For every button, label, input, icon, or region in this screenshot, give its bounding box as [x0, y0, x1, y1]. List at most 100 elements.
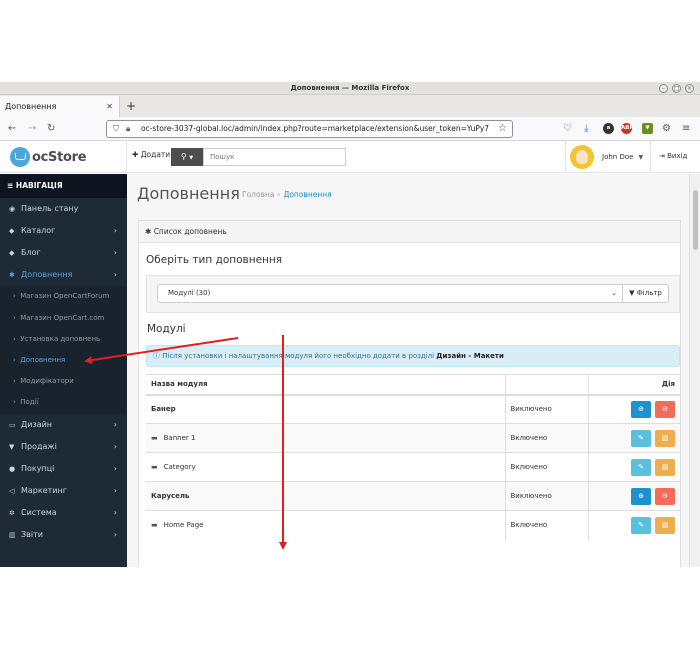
chevron-right-icon: › — [113, 463, 117, 473]
settings-icon[interactable]: ⚙ — [662, 117, 671, 141]
sidebar-item-catalog[interactable]: ◆ Каталог › — [0, 220, 127, 242]
module-name: Карусель — [146, 481, 505, 511]
module-status: Включено — [504, 510, 588, 540]
menu-icon[interactable]: ≡ — [682, 117, 690, 141]
close-icon[interactable]: × — [685, 84, 694, 93]
pocket-icon[interactable]: ♡ — [563, 117, 572, 141]
filter-icon: ▼ — [629, 289, 635, 297]
trash-icon: ▥ — [661, 433, 669, 442]
install-button[interactable]: ⊕ — [631, 400, 651, 418]
sidebar-item-label: Доповнення — [21, 270, 73, 280]
sidebar: ≡ НАВІГАЦІЯ ◉ Панель стану ◆ Каталог › ◆ Бл… — [0, 174, 127, 567]
bookmark-star-icon[interactable]: ☆ — [495, 121, 507, 137]
download-icon[interactable]: ⤓ — [584, 117, 588, 141]
sidebar-item-extensions[interactable]: ✱ Доповнення › — [0, 264, 127, 286]
sidebar-item-sales[interactable]: ▼ Продажі › — [0, 436, 127, 458]
chevron-right-icon: › — [113, 270, 117, 280]
delete-button[interactable]: ▥ — [655, 458, 675, 476]
row-actions: ✎ ▥ — [587, 423, 680, 453]
delete-button[interactable]: ▥ — [655, 429, 675, 447]
sidebar-subitem-modifications[interactable]: › Модифікатори — [0, 371, 127, 392]
search-input[interactable] — [203, 148, 346, 166]
sidebar-item-system[interactable]: ✲ Система › — [0, 502, 127, 524]
info-icon: ⓘ — [153, 352, 160, 360]
chevron-right-icon: › — [113, 441, 117, 451]
edit-button[interactable]: ✎ — [631, 458, 651, 476]
adblock-icon[interactable]: ABP — [621, 123, 633, 134]
sidebar-item-label: Маркетинг — [21, 485, 67, 495]
sidebar-subitem-extensions[interactable]: › Доповнення — [0, 350, 127, 371]
uninstall-button[interactable]: ⊖ — [655, 400, 675, 418]
table-header-row: Назва модуля Дія — [146, 374, 680, 396]
sidebar-item-design[interactable]: ▭ Дизайн › — [0, 414, 127, 436]
sidebar-item-blog[interactable]: ◆ Блог › — [0, 242, 127, 264]
sidebar-subitem-label: Доповнення — [20, 355, 66, 364]
sidebar-item-label: Дизайн — [21, 419, 53, 429]
folder-icon: ▬ — [151, 434, 158, 442]
minus-circle-icon: ⊖ — [662, 404, 668, 413]
tab-close-icon[interactable]: ✕ — [106, 96, 113, 117]
user-menu[interactable]: John Doe ▼ — [570, 145, 643, 169]
logo[interactable]: ocStore — [10, 147, 87, 167]
header-divider — [565, 141, 566, 173]
extensions-panel: ✱ Список доповнень Оберіть тип доповненн… — [138, 220, 681, 567]
folder-icon: ▬ — [151, 463, 158, 471]
sidebar-subitem-opencartforum[interactable]: › Магазин OpenCartForum — [0, 286, 127, 307]
logout-button[interactable]: ⇥ Вихід — [659, 152, 687, 160]
page-scrollbar[interactable] — [689, 174, 700, 567]
maximize-icon[interactable]: □ — [672, 84, 681, 93]
sidebar-item-dashboard[interactable]: ◉ Панель стану — [0, 198, 127, 220]
row-actions: ✎ ▥ — [587, 510, 680, 540]
user-name: John Doe — [602, 153, 634, 161]
nav-header: ≡ НАВІГАЦІЯ — [0, 174, 127, 198]
tag-icon: ◆ — [9, 227, 15, 236]
logo-mark-icon — [10, 147, 30, 167]
sidebar-subitem-label: Події — [20, 398, 39, 407]
sidebar-item-reports[interactable]: ▥ Звіти › — [0, 524, 127, 546]
desktop-icon: ▭ — [9, 420, 16, 429]
shield-icon[interactable]: ⛉ — [113, 121, 119, 137]
extension-type-select[interactable]: Модулі (30) ⌄ — [157, 284, 623, 303]
new-tab-icon[interactable]: + — [126, 95, 136, 117]
minimize-icon[interactable]: – — [659, 84, 668, 93]
logout-label: Вихід — [667, 152, 688, 160]
modules-table: Назва модуля Дія Банер Виключено ⊕ ⊖ ▬ Ban… — [146, 374, 680, 540]
sidebar-subitem-events[interactable]: › Події — [0, 392, 127, 413]
col-header-status — [504, 374, 588, 396]
back-icon[interactable]: ← — [8, 117, 16, 141]
add-button[interactable]: ✚ Додати — [132, 150, 170, 159]
hamburger-icon: ≡ — [7, 181, 14, 190]
add-label: Додати — [140, 150, 171, 159]
sidebar-item-label: Панель стану — [21, 204, 79, 213]
reload-icon[interactable]: ↻ — [47, 117, 55, 141]
address-bar[interactable]: ⛉ 🔒︎ oc-store-3037-global.loc/admin/inde… — [106, 120, 513, 138]
install-button[interactable]: ⊕ — [631, 487, 651, 505]
search-dropdown-button[interactable]: ⚲ ▼ — [171, 148, 203, 166]
filter-button[interactable]: ▼ Фільтр — [622, 284, 669, 303]
select-value: Модулі (30) — [168, 289, 211, 297]
sidebar-subitem-opencart-com[interactable]: › Магазин OpenCart.com — [0, 308, 127, 329]
breadcrumb-home[interactable]: Головна — [242, 190, 274, 199]
sidebar-item-label: Каталог — [21, 226, 56, 236]
sidebar-item-customers[interactable]: ● Покупці › — [0, 458, 127, 480]
sidebar-item-marketing[interactable]: ◁ Маркетинг › — [0, 480, 127, 502]
nav-title: НАВІГАЦІЯ — [15, 181, 63, 190]
row-actions: ⊕ ⊖ — [587, 394, 680, 424]
delete-button[interactable]: ▥ — [655, 516, 675, 534]
scrollbar-thumb[interactable] — [693, 190, 698, 250]
edit-button[interactable]: ✎ — [631, 516, 651, 534]
forward-icon[interactable]: → — [28, 117, 36, 141]
sidebar-subitem-installer[interactable]: › Установка доповнень — [0, 329, 127, 350]
user-icon: ● — [9, 464, 16, 473]
extension-badge-icon[interactable]: ▼ — [642, 123, 653, 134]
sidebar-item-label: Покупці — [21, 463, 55, 473]
header-divider — [650, 141, 651, 173]
extension-icon[interactable]: a — [603, 123, 614, 134]
uninstall-button[interactable]: ⊖ — [655, 487, 675, 505]
module-name: ▬ Category — [146, 452, 505, 482]
browser-tab[interactable]: Доповнення ✕ — [0, 96, 120, 117]
col-header-name[interactable]: Назва модуля — [146, 374, 505, 396]
breadcrumb-current[interactable]: Доповнення — [283, 190, 331, 199]
edit-button[interactable]: ✎ — [631, 429, 651, 447]
lock-icon[interactable]: 🔒︎ — [126, 121, 130, 137]
